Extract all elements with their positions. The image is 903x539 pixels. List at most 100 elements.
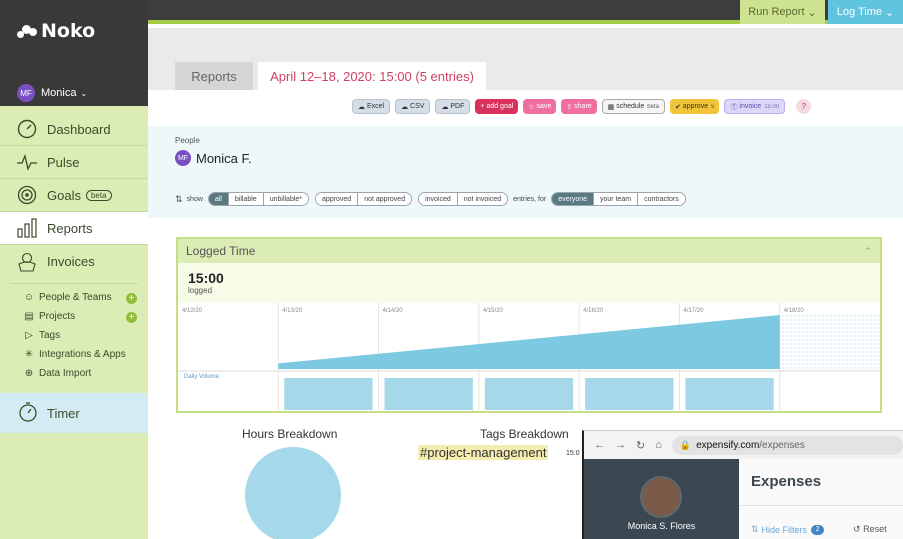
tab-reports[interactable]: Reports: [175, 62, 253, 90]
x-tick-label: 4/18/20: [784, 308, 805, 314]
timer-button[interactable]: Timer: [0, 393, 148, 433]
team-filter-group: everyone your team contractors: [551, 192, 686, 206]
billable-filter-group: all billable unbillable*: [207, 192, 310, 206]
reload-icon[interactable]: ↻: [636, 439, 645, 452]
log-time-label: Log Time: [836, 6, 883, 18]
reset-button[interactable]: ↺ Reset: [853, 524, 887, 535]
back-arrow-icon[interactable]: ←: [594, 439, 605, 451]
calendar-icon: ▦: [607, 103, 615, 111]
reset-label: Reset: [863, 524, 887, 534]
pdf-label: PDF: [450, 103, 465, 110]
sidebar-item-label: Dashboard: [47, 121, 111, 137]
divider: [739, 505, 903, 506]
url-path: /expenses: [759, 439, 805, 451]
address-bar[interactable]: 🔒 expensify.com/expenses: [671, 435, 903, 455]
filter-contractors[interactable]: contractors: [638, 193, 685, 205]
add-goal-button[interactable]: + add goal: [475, 99, 519, 114]
run-report-button[interactable]: Run Report ⌄: [740, 0, 825, 24]
volume-bar: [384, 378, 473, 410]
user-menu[interactable]: MF Monica ⌄: [17, 84, 87, 102]
excel-label: Excel: [366, 103, 385, 110]
add-project-button[interactable]: +: [126, 312, 137, 323]
export-pdf-button[interactable]: ☁ PDF: [435, 99, 471, 114]
chevron-down-icon: ⌄: [885, 6, 895, 19]
sidebar-item-projects[interactable]: ▤ Projects: [23, 311, 75, 322]
invoice-button[interactable]: Ⓣ invoice 15:00: [724, 99, 786, 114]
sidebar-item-integrations[interactable]: ✳ Integrations & Apps: [23, 349, 126, 360]
export-excel-button[interactable]: ☁ Excel: [352, 99, 391, 114]
sidebar-item-dashboard[interactable]: Dashboard: [0, 113, 148, 146]
approval-filter-group: approved not approved: [315, 192, 413, 206]
save-button[interactable]: ☆ save: [523, 99, 557, 114]
filter-unbillable[interactable]: unbillable*: [263, 193, 309, 205]
person-chip[interactable]: MF Monica F.: [175, 150, 252, 166]
schedule-button[interactable]: ▦ schedule beta: [601, 99, 665, 114]
hours-breakdown-title: Hours Breakdown: [242, 427, 338, 441]
share-label: share: [574, 103, 592, 110]
sidebar-item-pulse[interactable]: Pulse: [0, 146, 148, 179]
help-button[interactable]: ?: [796, 99, 812, 114]
pulse-icon: [16, 151, 38, 173]
home-icon[interactable]: ⌂: [655, 439, 662, 451]
x-tick-label: 4/17/20: [683, 308, 704, 314]
volume-bar: [484, 378, 574, 410]
sidebar-item-data-import[interactable]: ⊕ Data Import: [23, 368, 91, 379]
check-circle-icon: ✔: [674, 103, 681, 111]
export-csv-button[interactable]: ☁ CSV: [395, 99, 431, 114]
sidebar-item-label: Tags: [39, 330, 61, 341]
filter-invoiced[interactable]: invoiced: [419, 193, 458, 205]
entries-for-label: entries, for: [513, 195, 547, 203]
tag-project-management[interactable]: #project-management: [418, 445, 549, 460]
forward-arrow-icon[interactable]: →: [615, 439, 626, 451]
approve-button[interactable]: ✔ approve 5: [669, 99, 720, 114]
reset-icon: ↺: [853, 524, 861, 534]
log-time-button[interactable]: Log Time ⌄: [828, 0, 903, 24]
report-actions: ☁ Excel ☁ CSV ☁ PDF + add goal ☆ save ⇧ …: [352, 99, 812, 114]
filter-not-invoiced[interactable]: not invoiced: [457, 193, 508, 205]
invoice-label: invoice: [739, 103, 762, 110]
future-region: [779, 315, 880, 369]
plug-icon: ✳: [24, 349, 34, 360]
sidebar-item-goals[interactable]: Goals beta: [0, 179, 148, 212]
filter-approved[interactable]: approved: [316, 193, 359, 205]
filter-all[interactable]: all: [208, 193, 229, 205]
card-header[interactable]: Logged Time ⌃: [178, 239, 880, 263]
app-logo[interactable]: Noko: [17, 20, 95, 42]
schedule-label: schedule: [616, 103, 645, 110]
page-title: Expenses: [751, 473, 822, 490]
filter-everyone[interactable]: everyone: [552, 193, 595, 205]
csv-label: CSV: [410, 103, 425, 110]
user-photo[interactable]: [640, 476, 682, 518]
hide-filters-label: Hide Filters: [761, 524, 808, 535]
tag-icon: ▷: [25, 330, 33, 341]
sidebar-item-invoices[interactable]: Invoices: [0, 245, 148, 278]
x-tick-label: 4/15/20: [483, 308, 504, 314]
hide-filters-button[interactable]: ⇅ Hide Filters 2: [751, 524, 825, 535]
total-logged-label: logged: [188, 286, 213, 295]
tab-current-report[interactable]: April 12–18, 2020: 15:00 (5 entries): [258, 62, 486, 90]
save-label: save: [536, 103, 552, 110]
sidebar-item-reports[interactable]: Reports: [0, 212, 148, 245]
expensify-sidebar: Monica S. Flores: [584, 459, 739, 539]
timer-label: Timer: [47, 405, 80, 421]
sidebar-item-people-teams[interactable]: ☺ People & Teams: [23, 292, 112, 303]
filter-not-approved[interactable]: not approved: [358, 193, 412, 205]
daily-volume-label: Daily Volume: [184, 374, 220, 380]
sidebar-item-label: Goals: [47, 187, 81, 203]
filter-your-team[interactable]: your team: [594, 193, 639, 205]
chevron-up-icon[interactable]: ⌃: [864, 246, 872, 257]
sidebar-item-label: People & Teams: [39, 292, 112, 303]
filter-icon: ⇅: [175, 193, 183, 204]
sidebar-header: Noko MF Monica ⌄: [0, 0, 148, 106]
filter-count-badge: 2: [811, 524, 825, 535]
browser-window: ← → ↻ ⌂ 🔒 expensify.com/expenses Monica …: [582, 430, 903, 539]
total-logged: 15:00: [188, 270, 224, 286]
filter-billable[interactable]: billable: [228, 193, 264, 205]
sidebar-item-label: Reports: [47, 220, 93, 236]
sidebar-item-tags[interactable]: ▷ Tags: [23, 330, 60, 341]
add-people-button[interactable]: +: [126, 293, 137, 304]
share-button[interactable]: ⇧ share: [561, 99, 597, 114]
hours-pie-chart[interactable]: [245, 447, 341, 539]
people-icon: ☺: [23, 292, 35, 303]
beta-badge: beta: [647, 103, 659, 110]
